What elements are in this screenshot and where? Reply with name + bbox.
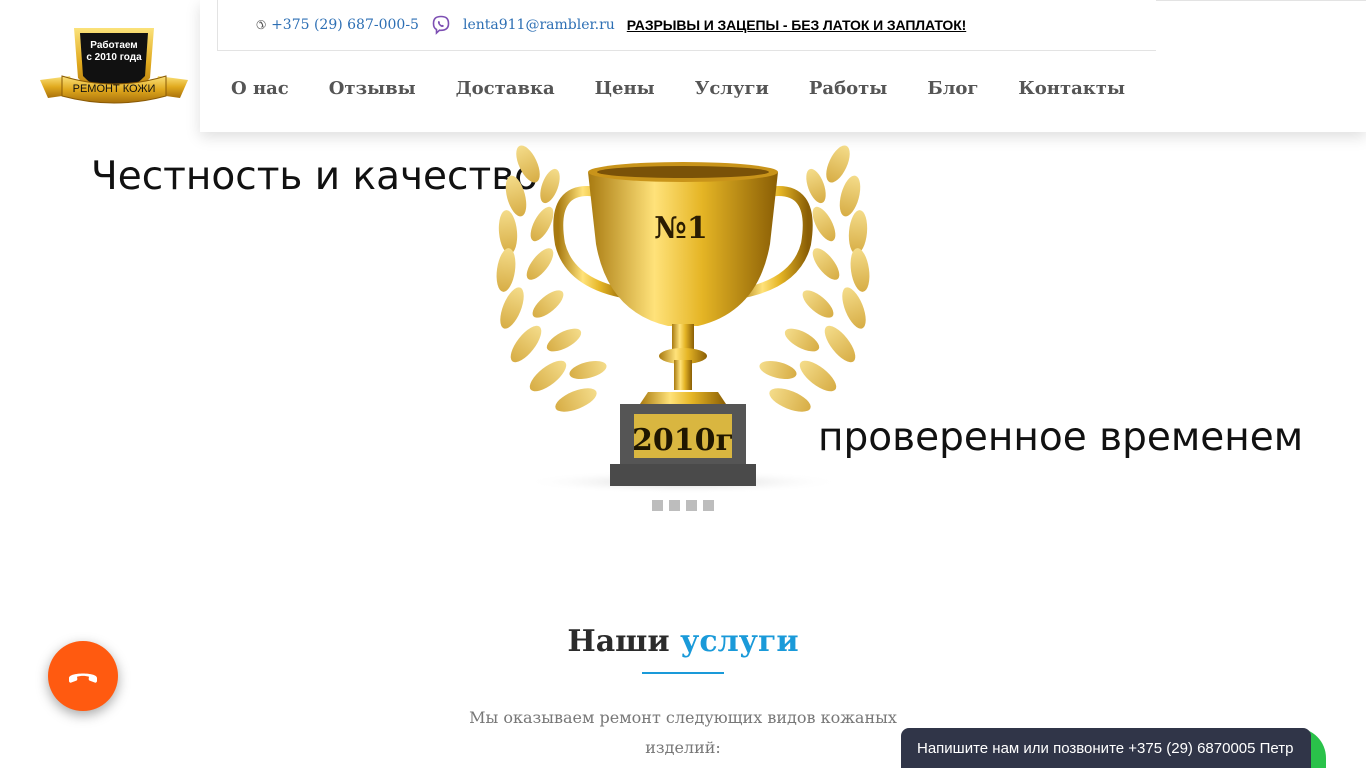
site-header: ✆ +375 (29) 687-000-5 lenta911@rambler.r…	[200, 0, 1366, 132]
slider-dot-4[interactable]	[703, 500, 714, 511]
services-heading-accent: услуги	[680, 624, 799, 659]
logo-banner: РЕМОНТ КОЖИ	[73, 83, 156, 95]
site-logo[interactable]: Работаем с 2010 года РЕМОНТ КОЖИ	[38, 22, 190, 114]
slider-dots	[652, 500, 720, 511]
phone-number: +375 (29) 687-000-5	[271, 17, 419, 33]
phone-link[interactable]: ✆ +375 (29) 687-000-5	[256, 17, 419, 33]
logo-badge-icon: Работаем с 2010 года РЕМОНТ КОЖИ	[40, 28, 188, 104]
trophy-cup-text: №1	[654, 211, 707, 246]
nav-item-contacts[interactable]: Контакты	[1018, 78, 1125, 99]
slider-dot-1[interactable]	[652, 500, 663, 511]
topbar-divider	[1156, 0, 1366, 1]
nav-item-works[interactable]: Работы	[809, 78, 887, 99]
services-heading-plain: Наши	[567, 624, 670, 659]
logo-line2: с 2010 года	[86, 52, 142, 63]
hero-title-part2: проверенное временем	[818, 415, 1304, 460]
nav-item-blog[interactable]: Блог	[927, 78, 978, 99]
nav-item-services[interactable]: Услуги	[695, 78, 769, 99]
nav-item-about[interactable]: О нас	[231, 78, 289, 99]
nav-item-prices[interactable]: Цены	[595, 78, 655, 99]
main-nav: О нас Отзывы Доставка Цены Услуги Работы…	[231, 78, 1165, 99]
services-heading: Наши услуги	[0, 624, 1366, 659]
nav-item-reviews[interactable]: Отзывы	[329, 78, 416, 99]
chat-widget-text: Напишите нам или позвоните +375 (29) 687…	[917, 739, 1294, 757]
slider-dot-2[interactable]	[669, 500, 680, 511]
handset-icon	[69, 673, 97, 683]
logo-line1: Работаем	[90, 39, 137, 51]
trophy-plate-text: 2010г	[632, 423, 734, 458]
email-link[interactable]: lenta911@rambler.ru	[463, 17, 615, 33]
hero-title-part1: Честность и качество	[91, 154, 539, 199]
viber-icon[interactable]	[431, 15, 451, 35]
email-address: lenta911@rambler.ru	[462, 17, 615, 33]
services-description: Мы оказываем ремонт следующих видов кожа…	[469, 708, 897, 757]
promo-link[interactable]: РАЗРЫВЫ И ЗАЦЕПЫ - БЕЗ ЛАТОК И ЗАПЛАТОК!	[627, 17, 967, 33]
slider-dot-3[interactable]	[686, 500, 697, 511]
phone-icon: ✆	[256, 18, 267, 32]
callback-button[interactable]	[48, 641, 118, 711]
header-topbar: ✆ +375 (29) 687-000-5 lenta911@rambler.r…	[217, 0, 1156, 51]
nav-item-delivery[interactable]: Доставка	[456, 78, 555, 99]
chat-widget-bar[interactable]: Напишите нам или позвоните +375 (29) 687…	[901, 728, 1311, 768]
services-heading-underline	[642, 672, 724, 674]
